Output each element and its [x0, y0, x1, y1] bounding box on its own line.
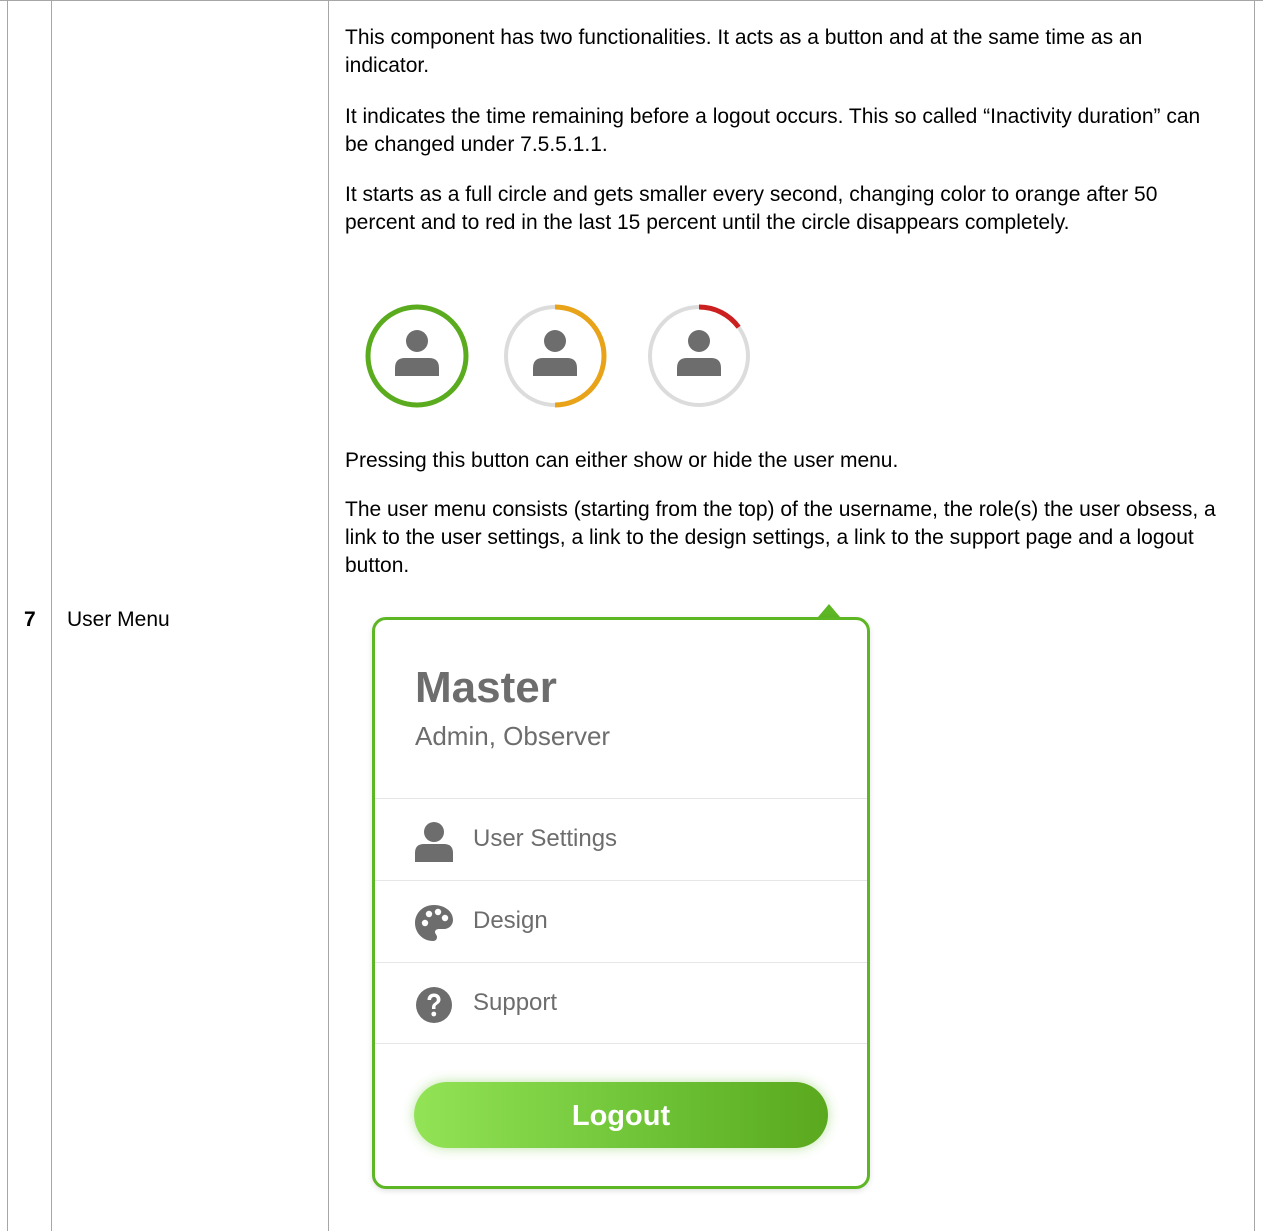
menu-item-support[interactable]: Support — [375, 964, 867, 1044]
user-roles: Admin, Observer — [415, 721, 611, 751]
table-border-left — [7, 0, 8, 1231]
username: Master — [415, 663, 557, 712]
paragraph-time-remaining: It indicates the time remaining before a… — [345, 105, 1201, 156]
row-name: User Menu — [67, 608, 170, 631]
timer-indicator-low[interactable] — [645, 302, 753, 410]
divider — [375, 880, 867, 881]
question-circle-icon — [416, 987, 452, 1023]
logout-button[interactable]: Logout — [414, 1082, 828, 1148]
divider — [375, 798, 867, 799]
user-avatar-icon — [533, 330, 577, 376]
divider — [375, 962, 867, 963]
row-number: 7 — [24, 608, 36, 631]
menu-item-label: User Settings — [473, 825, 618, 852]
palette-icon — [415, 905, 453, 941]
paragraph-functionalities: This component has two functionalities. … — [345, 26, 1143, 77]
timer-progress-arc — [698, 304, 741, 329]
timer-progress-arc — [554, 304, 607, 408]
menu-item-design[interactable]: Design — [375, 882, 867, 962]
user-menu-pointer — [818, 604, 840, 617]
menu-item-user-settings[interactable]: User Settings — [375, 800, 867, 880]
table-border-col2 — [328, 0, 329, 1231]
paragraph-circle-behaviour: It starts as a full circle and gets smal… — [345, 183, 1158, 234]
timer-progress-arc — [365, 304, 469, 408]
paragraph-toggle-menu: Pressing this button can either show or … — [345, 449, 899, 472]
user-menu-popup: Master Admin, Observer User Settings Des… — [372, 617, 870, 1189]
timer-indicator-half[interactable] — [501, 302, 609, 410]
table-border-col1 — [51, 0, 52, 1231]
table-border-top — [0, 0, 1263, 1]
user-avatar-icon — [395, 330, 439, 376]
menu-item-label: Design — [473, 907, 548, 934]
user-avatar-icon — [677, 330, 721, 376]
menu-item-label: Support — [473, 989, 558, 1016]
paragraph-menu-contents: The user menu consists (starting from th… — [345, 498, 1216, 577]
user-icon — [415, 822, 453, 862]
timer-indicator-full[interactable] — [363, 302, 471, 410]
table-border-right — [1254, 0, 1255, 1231]
divider — [375, 1043, 867, 1044]
